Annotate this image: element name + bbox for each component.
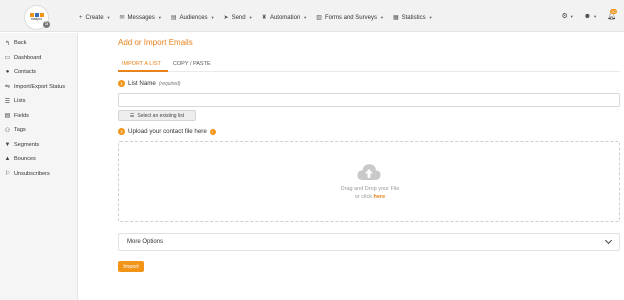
sidebar-item-import-export-status[interactable]: ⇋ Import/Export Status: [0, 80, 77, 95]
logo-text: mailpro: [30, 17, 43, 22]
sidebar-item-label: Tags: [14, 127, 26, 134]
import-button[interactable]: Import: [118, 261, 144, 272]
sidebar-item-label: Back: [14, 40, 27, 47]
sidebar-item-fields[interactable]: ▤ Fields: [0, 109, 77, 124]
sidebar-item-label: Dashboard: [14, 54, 42, 61]
nav-create[interactable]: + Create ▼: [79, 15, 111, 21]
dropzone-text: Drag and Drop your File or click here: [119, 185, 621, 201]
user-icon: ●: [5, 69, 10, 76]
list-icon: ☰: [129, 112, 135, 119]
step-upload: 2 Upload your contact file here i: [118, 128, 216, 135]
sidebar-item-tags[interactable]: ⚇ Tags: [0, 123, 77, 138]
list-icon: ☰: [4, 98, 11, 105]
import-tabs: IMPORT A LIST COPY / PASTE: [122, 61, 211, 67]
sidebar-item-back[interactable]: ↰ Back: [0, 36, 77, 51]
dropzone-line2: or click here: [119, 193, 621, 201]
more-options-accordion[interactable]: More Options: [118, 233, 620, 251]
upload-label: Upload your contact file here: [128, 128, 207, 135]
file-dropzone[interactable]: Drag and Drop your File or click here: [118, 141, 620, 222]
sidebar-item-label: Import/Export Status: [14, 83, 65, 90]
active-tab-indicator: [118, 70, 168, 72]
account-badge[interactable]: S: [43, 21, 50, 28]
tab-import-list[interactable]: IMPORT A LIST: [122, 61, 161, 67]
required-hint: (required): [158, 80, 181, 87]
select-existing-list-button[interactable]: ☰ Select an existing list: [118, 110, 196, 121]
import-export-icon: ⇋: [4, 84, 11, 91]
sidebar-item-label: Lists: [14, 98, 26, 105]
step-number-badge: 1: [118, 80, 125, 87]
dropzone-prefix: or click: [354, 194, 372, 200]
sidebar-item-unsubscribers[interactable]: ⚐ Unsubscribers: [0, 167, 77, 182]
list-name-label: List Name: [128, 80, 156, 87]
sidebar-item-dashboard[interactable]: ▭ Dashboard: [0, 51, 77, 66]
unsubscribe-icon: ⚐: [4, 171, 11, 178]
cloud-upload-icon: [357, 164, 381, 180]
dropzone-line1: Drag and Drop your File: [340, 186, 400, 192]
click-here-link[interactable]: here: [374, 194, 386, 200]
filter-icon: ▼: [4, 141, 11, 148]
info-icon[interactable]: i: [209, 128, 216, 135]
sidebar-item-bounces[interactable]: ▲ Bounces: [0, 152, 77, 167]
nav-label: Create: [85, 14, 104, 21]
sidebar-item-label: Unsubscribers: [14, 170, 50, 177]
sidebar-item-contacts[interactable]: ● Contacts: [0, 65, 77, 80]
sidebar-item-label: Contacts: [14, 69, 37, 76]
sidebar: ↰ Back ▭ Dashboard ● Contacts ⇋ Import/Expor…: [0, 33, 78, 300]
sidebar-item-label: Fields: [14, 112, 29, 119]
step-list-name: 1 List Name (required): [118, 80, 181, 87]
users-icon: ⚇: [4, 127, 11, 134]
tab-divider: [118, 70, 620, 72]
list-name-input[interactable]: [118, 93, 620, 107]
back-arrow-icon: ↰: [4, 40, 11, 47]
warning-icon: ▲: [4, 156, 11, 163]
more-options-label: More Options: [127, 239, 164, 245]
plus-icon: +: [79, 14, 83, 21]
monitor-icon: ▭: [4, 55, 11, 62]
tab-copy-paste[interactable]: COPY / PASTE: [173, 61, 211, 67]
chevron-down-icon: [604, 236, 613, 245]
sidebar-item-lists[interactable]: ☰ Lists: [0, 94, 77, 109]
caret-down-icon: ▼: [106, 15, 111, 20]
main-content: Add or Import Emails IMPORT A LIST COPY …: [118, 0, 620, 300]
sidebar-item-label: Segments: [14, 141, 40, 148]
sidebar-item-segments[interactable]: ▼ Segments: [0, 138, 77, 153]
sidebar-item-label: Bounces: [14, 156, 36, 163]
select-existing-list-label: Select an existing list: [137, 112, 185, 119]
fields-icon: ▤: [4, 113, 11, 120]
page-title: Add or Import Emails: [118, 38, 193, 47]
step-number-badge: 2: [118, 128, 125, 135]
